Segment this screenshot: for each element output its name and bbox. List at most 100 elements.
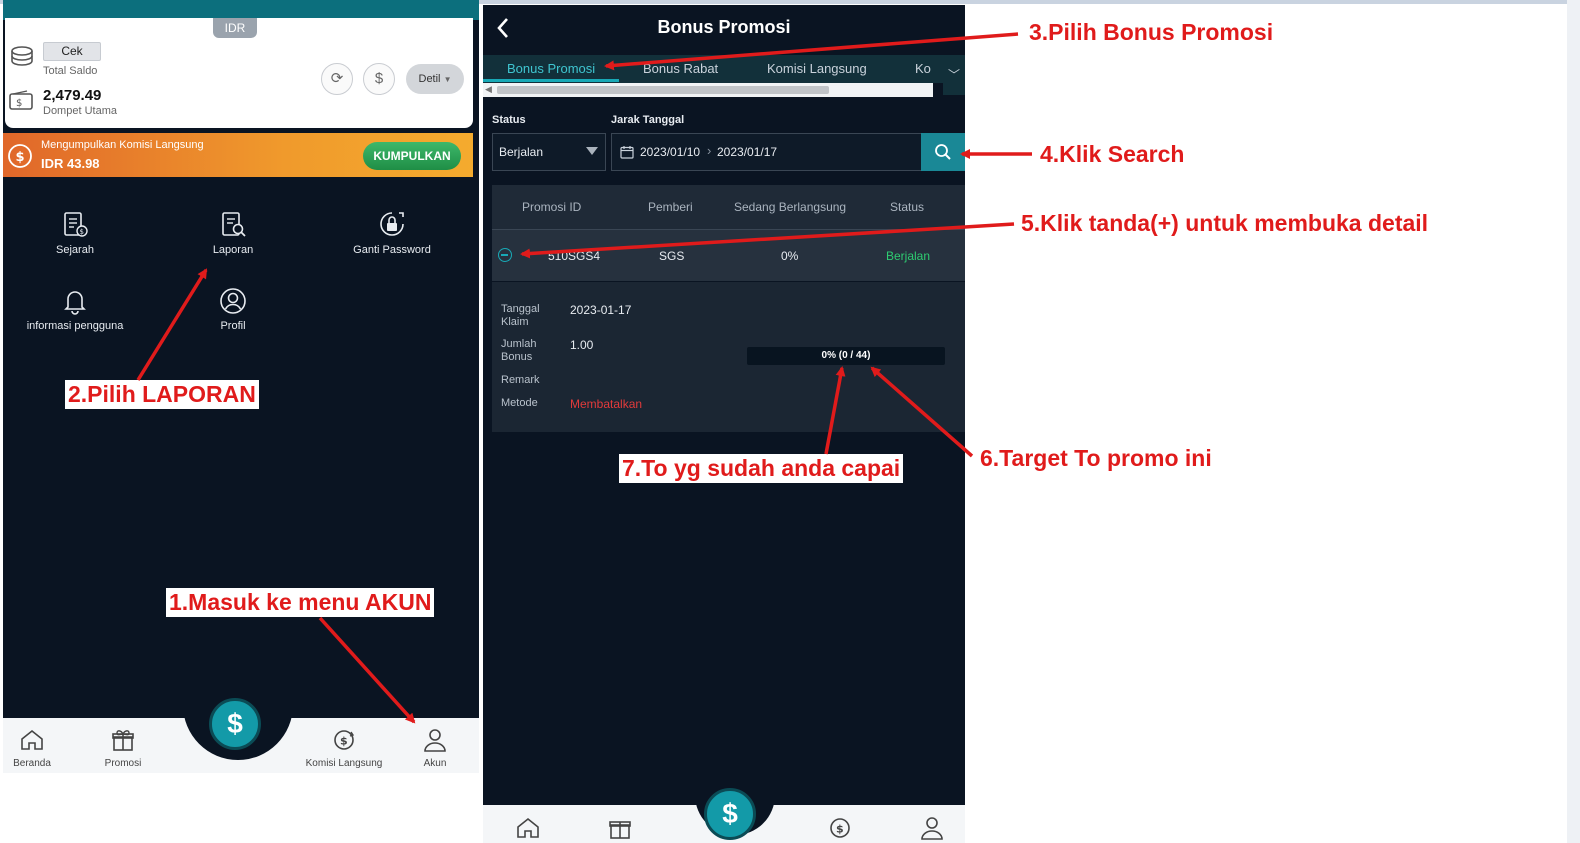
page-title: Bonus Promosi [657,17,791,37]
tabs-scrollbar-thumb[interactable] [497,86,829,94]
search-icon [935,144,951,160]
status-filter-label: Status [492,114,526,126]
menu-history-label: Sejarah [56,244,94,256]
calendar-icon [620,146,634,159]
total-balance-label: Total Saldo [43,65,98,77]
annotation-step-5: 5.Klik tanda(+) untuk membuka detail [1021,210,1429,236]
row-progress: 0% [781,249,799,263]
svg-text:$: $ [16,98,22,109]
tab-bonus-rabat[interactable]: Bonus Rabat [643,61,718,76]
collect-commission-button[interactable]: KUMPULKAN [363,142,461,170]
lock-refresh-icon [380,212,404,236]
user-icon [424,729,446,752]
chevron-down-icon: ﹀ [947,68,960,82]
method-cancel-link[interactable]: Membatalkan [570,397,642,411]
detail-button-label: Detil [418,73,441,85]
commission-icon: $ [334,730,355,750]
bonus-amount-value: 1.00 [570,338,594,352]
annotation-step-2: 2.Pilih LAPORAN [65,380,259,409]
claim-date-value: 2023-01-17 [570,303,632,317]
commission-icon[interactable]: $ [827,815,853,841]
currency-tab[interactable]: IDR [213,18,257,38]
nav-home-label: Beranda [13,758,51,769]
gift-icon[interactable] [607,815,633,841]
nav-home[interactable]: Beranda [3,727,72,769]
menu-change-password[interactable]: Ganti Password [322,210,462,256]
scroll-left-arrow-icon[interactable]: ◀ [485,84,492,95]
menu-history[interactable]: $ Sejarah [5,210,145,256]
annotation-step-6: 6.Target To promo ini [980,445,1212,471]
commission-amount: IDR 43.98 [41,156,100,171]
detail-button[interactable]: Detil ▼ [406,64,464,94]
dollar-icon: $ [722,798,738,829]
user-icon[interactable] [919,815,945,841]
menu-user-info[interactable]: informasi pengguna [5,286,145,332]
bonus-promo-screen: Bonus Promosi Bonus Promosi Bonus Rabat … [483,5,965,843]
date-range-chevron-icon: › [707,143,712,158]
date-to[interactable]: 2023/01/17 [717,145,777,159]
svg-text:$: $ [836,823,844,836]
status-select-value: Berjalan [499,145,544,159]
svg-text:$: $ [16,150,25,165]
bonus-amount-label: Jumlah Bonus [501,338,537,363]
nav-promotion-label: Promosi [104,758,142,769]
check-balance-button[interactable]: Cek [43,42,101,61]
method-label: Metode [501,397,538,409]
tab-bonus-promosi[interactable]: Bonus Promosi [507,61,595,76]
refresh-button[interactable]: ⟳ [321,63,353,95]
date-range-label: Jarak Tanggal [611,114,685,126]
nav-account-label: Akun [423,758,447,769]
home-icon[interactable] [515,815,541,841]
coins-icon [11,46,33,66]
refresh-icon: ⟳ [330,70,344,87]
menu-change-password-label: Ganti Password [353,244,431,256]
promo-table-header: Promosi ID Pemberi Sedang Berlangsung St… [492,185,965,229]
nav-account[interactable]: Akun [395,727,475,769]
right-border [1567,0,1580,843]
row-promo-id: 510SGS4 [548,249,601,263]
active-tab-indicator [483,79,619,82]
account-screen: IDR Cek Total Saldo $ 2,479.49 Dompet Ut… [3,0,479,843]
annotation-step-7: 7.To yg sudah anda capai [619,454,904,483]
remark-label: Remark [501,374,540,386]
below-nav-area [3,773,479,843]
annotation-step-1: 1.Masuk ke menu AKUN [166,588,435,617]
main-wallet-label: Dompet Utama [43,105,117,117]
col-in-progress: Sedang Berlangsung [734,200,847,214]
menu-profile-label: Profil [220,320,246,332]
row-status: Berjalan [886,249,931,263]
user-circle-icon [220,288,246,314]
annotation-step-4: 4.Klik Search [1040,141,1185,167]
report-search-icon [222,212,246,237]
commission-title: Mengumpulkan Komisi Langsung [41,139,204,151]
turnover-progress-bar: 0% (0 / 44) [747,347,945,365]
menu-report[interactable]: Laporan [163,210,303,256]
col-giver: Pemberi [648,200,693,214]
tab-komisi-langsung[interactable]: Komisi Langsung [767,61,867,76]
col-promo-id: Promosi ID [522,200,582,214]
promo-table-row[interactable]: 510SGS4 SGS 0% Berjalan [492,229,965,281]
coin-transfer-icon: $ [374,70,384,87]
bell-icon [64,291,86,315]
tab-more-truncated[interactable]: Ko [915,61,931,76]
nav-commission[interactable]: $ Komisi Langsung [304,727,384,769]
top-banner-strip [3,0,479,20]
menu-profile[interactable]: Profil [163,286,303,332]
gift-icon [112,730,134,751]
nav-promotion[interactable]: Promosi [83,727,163,769]
tabs-expand-button[interactable]: ﹀ [943,55,965,95]
dollar-icon: $ [227,708,243,739]
search-button[interactable] [921,133,965,171]
history-document-icon: $ [64,212,88,237]
deposit-fab-button[interactable]: $ [209,698,261,750]
deposit-fab-button[interactable]: $ [704,788,756,840]
menu-user-info-label: informasi pengguna [26,320,124,332]
screenshot-canvas: IDR Cek Total Saldo $ 2,479.49 Dompet Ut… [0,0,1580,843]
col-status: Status [890,200,925,214]
date-from[interactable]: 2023/01/10 [640,145,700,159]
transfer-button[interactable]: $ [363,63,395,95]
menu-report-label: Laporan [212,244,254,256]
collapse-toggle-icon[interactable] [498,248,512,262]
date-range-picker[interactable]: 2023/01/10 › 2023/01/17 [611,133,923,171]
home-icon [21,729,43,750]
